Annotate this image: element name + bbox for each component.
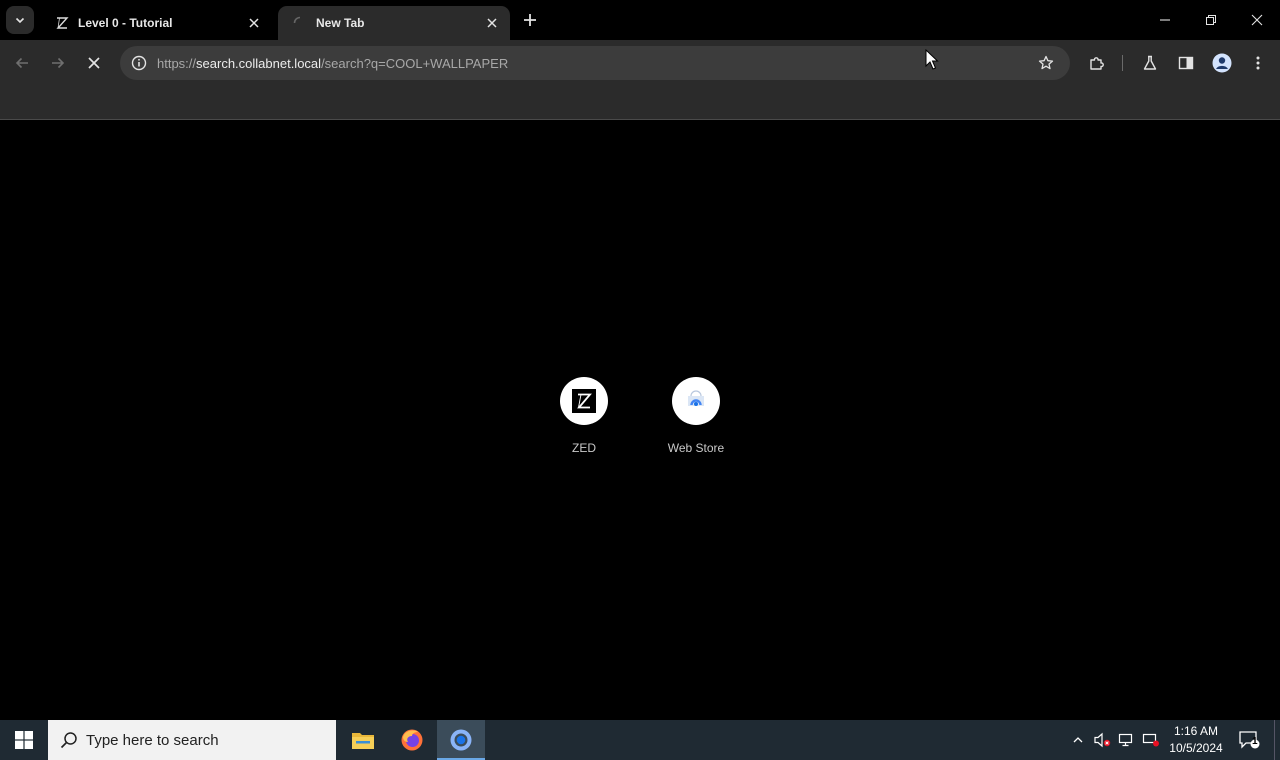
tab-title: New Tab [316, 16, 365, 30]
taskbar: Type here to search 1:16 AM 10/5/2024 1 [0, 720, 1280, 760]
url-prefix: https:// [157, 55, 197, 71]
extensions-puzzle-icon[interactable] [1085, 51, 1109, 75]
loading-spinner-icon [292, 15, 308, 31]
arrow-left-icon [15, 57, 28, 69]
minimize-button[interactable] [1142, 0, 1188, 40]
shortcut-zed[interactable]: ZED [528, 377, 640, 467]
plus-icon [524, 14, 536, 26]
toolbar-divider [1122, 55, 1123, 71]
arrow-right-icon [52, 57, 65, 69]
shortcut-label: ZED [572, 441, 596, 455]
clock-date: 10/5/2024 [1169, 741, 1223, 755]
labs-flask-icon[interactable] [1138, 51, 1162, 75]
close-icon [1251, 14, 1263, 26]
taskbar-search-box[interactable]: Type here to search [48, 720, 336, 760]
web-store-icon [685, 388, 707, 415]
minimize-icon [1160, 19, 1170, 21]
kebab-menu-icon[interactable] [1246, 51, 1270, 75]
taskbar-app-firefox[interactable] [388, 720, 436, 760]
tab-title: Level 0 - Tutorial [78, 16, 173, 30]
zed-logo-icon [572, 389, 596, 413]
file-explorer-icon [352, 733, 374, 749]
taskbar-clock[interactable]: 1:16 AM 10/5/2024 [1166, 723, 1226, 757]
notification-count: 1 [1252, 736, 1258, 747]
browser-window: Level 0 - Tutorial New Tab https://searc… [0, 0, 1280, 720]
profile-avatar-icon[interactable] [1210, 51, 1234, 75]
search-icon [60, 732, 77, 749]
back-button[interactable] [6, 47, 38, 79]
tab-level-0-tutorial[interactable]: Level 0 - Tutorial [40, 6, 272, 40]
restore-button[interactable] [1188, 0, 1234, 40]
restore-icon [1206, 15, 1216, 25]
start-button[interactable] [0, 720, 48, 760]
volume-muted-icon[interactable] [1093, 730, 1113, 750]
url-path: /search?q=COOL+WALLPAPER [321, 55, 509, 71]
side-panel-icon[interactable] [1174, 51, 1198, 75]
show-desktop-button[interactable] [1274, 720, 1275, 760]
search-placeholder: Type here to search [86, 731, 219, 749]
zed-z-icon [54, 15, 70, 31]
windows-logo-icon [15, 731, 33, 749]
shortcut-label: Web Store [667, 441, 725, 455]
browser-toolbar: https://search.collabnet.local/search?q=… [0, 40, 1280, 86]
clock-time: 1:16 AM [1173, 724, 1219, 738]
firefox-icon [401, 729, 423, 751]
close-icon[interactable] [246, 15, 262, 31]
tab-search-button[interactable] [6, 6, 34, 34]
action-center-button[interactable]: 1 [1236, 728, 1262, 752]
new-tab-button[interactable] [518, 8, 542, 32]
chrome-icon [450, 729, 472, 751]
taskbar-app-file-explorer[interactable] [339, 720, 387, 760]
network-icon[interactable] [1117, 730, 1137, 750]
bookmarks-bar [0, 86, 1280, 120]
forward-button[interactable] [42, 47, 74, 79]
taskbar-app-chrome[interactable] [437, 720, 485, 760]
stop-loading-button[interactable] [78, 47, 110, 79]
chevron-down-icon [15, 17, 25, 24]
window-close-button[interactable] [1234, 0, 1280, 40]
mouse-cursor-icon [925, 49, 939, 70]
shortcut-tile [672, 377, 720, 425]
bookmark-star-icon[interactable] [1036, 53, 1056, 73]
tab-new-tab[interactable]: New Tab [278, 6, 510, 40]
network-warning-icon[interactable] [1141, 730, 1161, 750]
chevron-up-icon[interactable] [1068, 730, 1088, 750]
new-tab-page: ZED Web Store [0, 121, 1280, 720]
shortcut-web-store[interactable]: Web Store [640, 377, 752, 467]
shortcut-tile [560, 377, 608, 425]
tab-strip: Level 0 - Tutorial New Tab [0, 0, 1280, 40]
url-text[interactable]: https://search.collabnet.local/search?q=… [157, 56, 508, 71]
stop-x-icon [88, 57, 100, 69]
url-host: search.collabnet.local [196, 55, 322, 71]
close-icon[interactable] [484, 15, 500, 31]
site-info-icon[interactable] [122, 46, 156, 80]
